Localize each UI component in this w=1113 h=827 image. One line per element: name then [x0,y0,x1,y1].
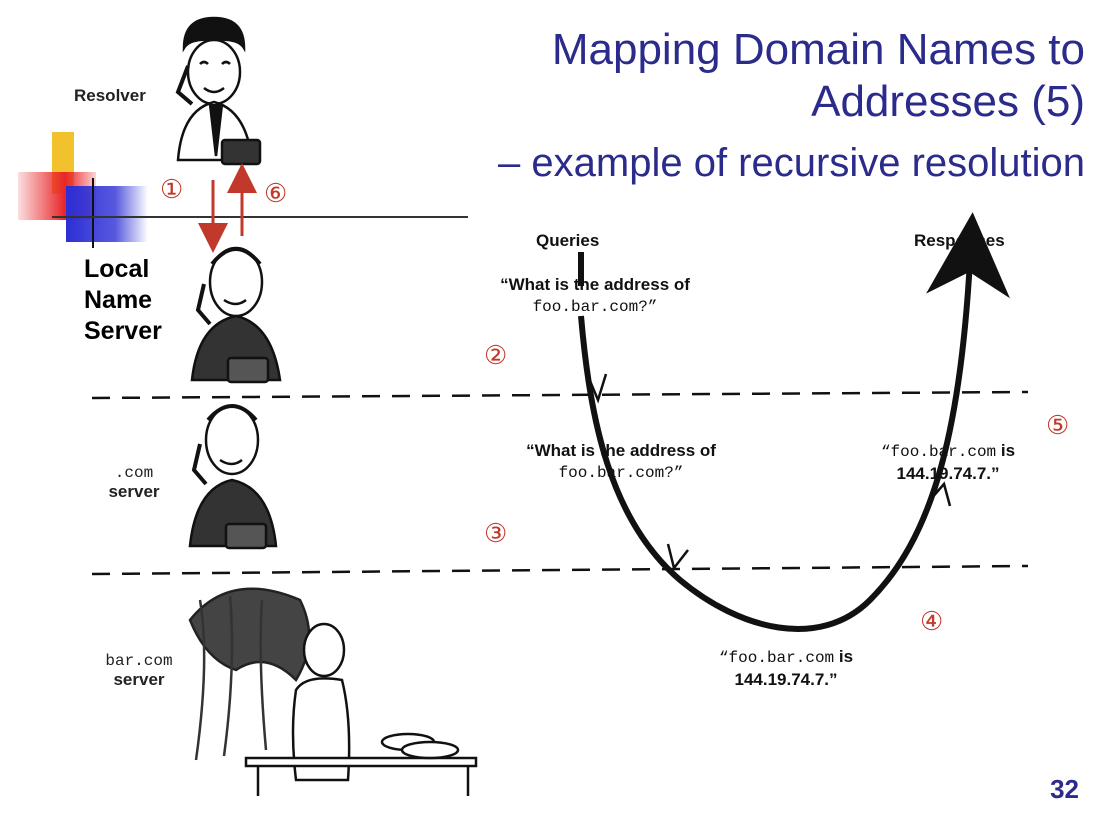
slide-subtitle: – example of recursive resolution [498,141,1085,185]
page-number: 32 [1050,774,1079,804]
step-marker-4: ④ [920,606,944,636]
com-domain-text: .com [114,464,154,482]
query-message-2: “What is the address of foo.bar.com?” [496,440,746,484]
slide-title: Mapping Domain Names to Addresses (5) [385,24,1085,128]
response2-ip: 144.19.74.7.” [734,670,838,689]
step-marker-1: ① [160,174,184,204]
slide-title-line2: Addresses (5) [811,77,1085,126]
com-server-text: server [108,482,160,501]
com-server-label: .com server [104,464,164,502]
local-label-line3: Server [84,317,162,345]
local-label-line2: Name [84,286,153,314]
queries-header: Queries [536,231,600,250]
query1-line1: “What is the address of [500,275,690,294]
step-marker-2: ② [484,340,508,370]
bar-server-label: bar.com server [94,652,184,690]
query-message-1: “What is the address of foo.bar.com?” [470,274,720,318]
response2-host: “foo.bar.com [718,649,835,667]
bar-domain-text: bar.com [105,652,173,670]
local-label-line1: Local [84,255,150,283]
slide-title-line1: Mapping Domain Names to [551,25,1085,74]
response1-is: is [996,441,1016,460]
dashed-separator-1 [91,390,1029,400]
response-message-1: “foo.bar.com is 144.19.74.7.” [848,440,1048,485]
local-name-server-label: Local Name Server [84,254,162,347]
query2-line2: foo.bar.com?” [558,464,684,482]
response-message-2: “foo.bar.com is 144.19.74.7.” [686,646,886,691]
bar-server-text: server [113,670,165,689]
response1-host: “foo.bar.com [880,443,997,461]
response1-ip: 144.19.74.7.” [896,464,1000,483]
response2-is: is [834,647,854,666]
step-marker-5: ⑤ [1046,410,1070,440]
dashed-separator-2 [91,564,1029,576]
step-marker-3: ③ [484,518,508,548]
resolver-label: Resolver [74,86,146,105]
query1-line2: foo.bar.com?” [532,298,658,316]
responses-header: Responses [914,231,1005,250]
query2-line1: “What is the address of [526,441,716,460]
flow-tick-2 [666,543,689,571]
step-marker-6: ⑥ [264,178,288,208]
